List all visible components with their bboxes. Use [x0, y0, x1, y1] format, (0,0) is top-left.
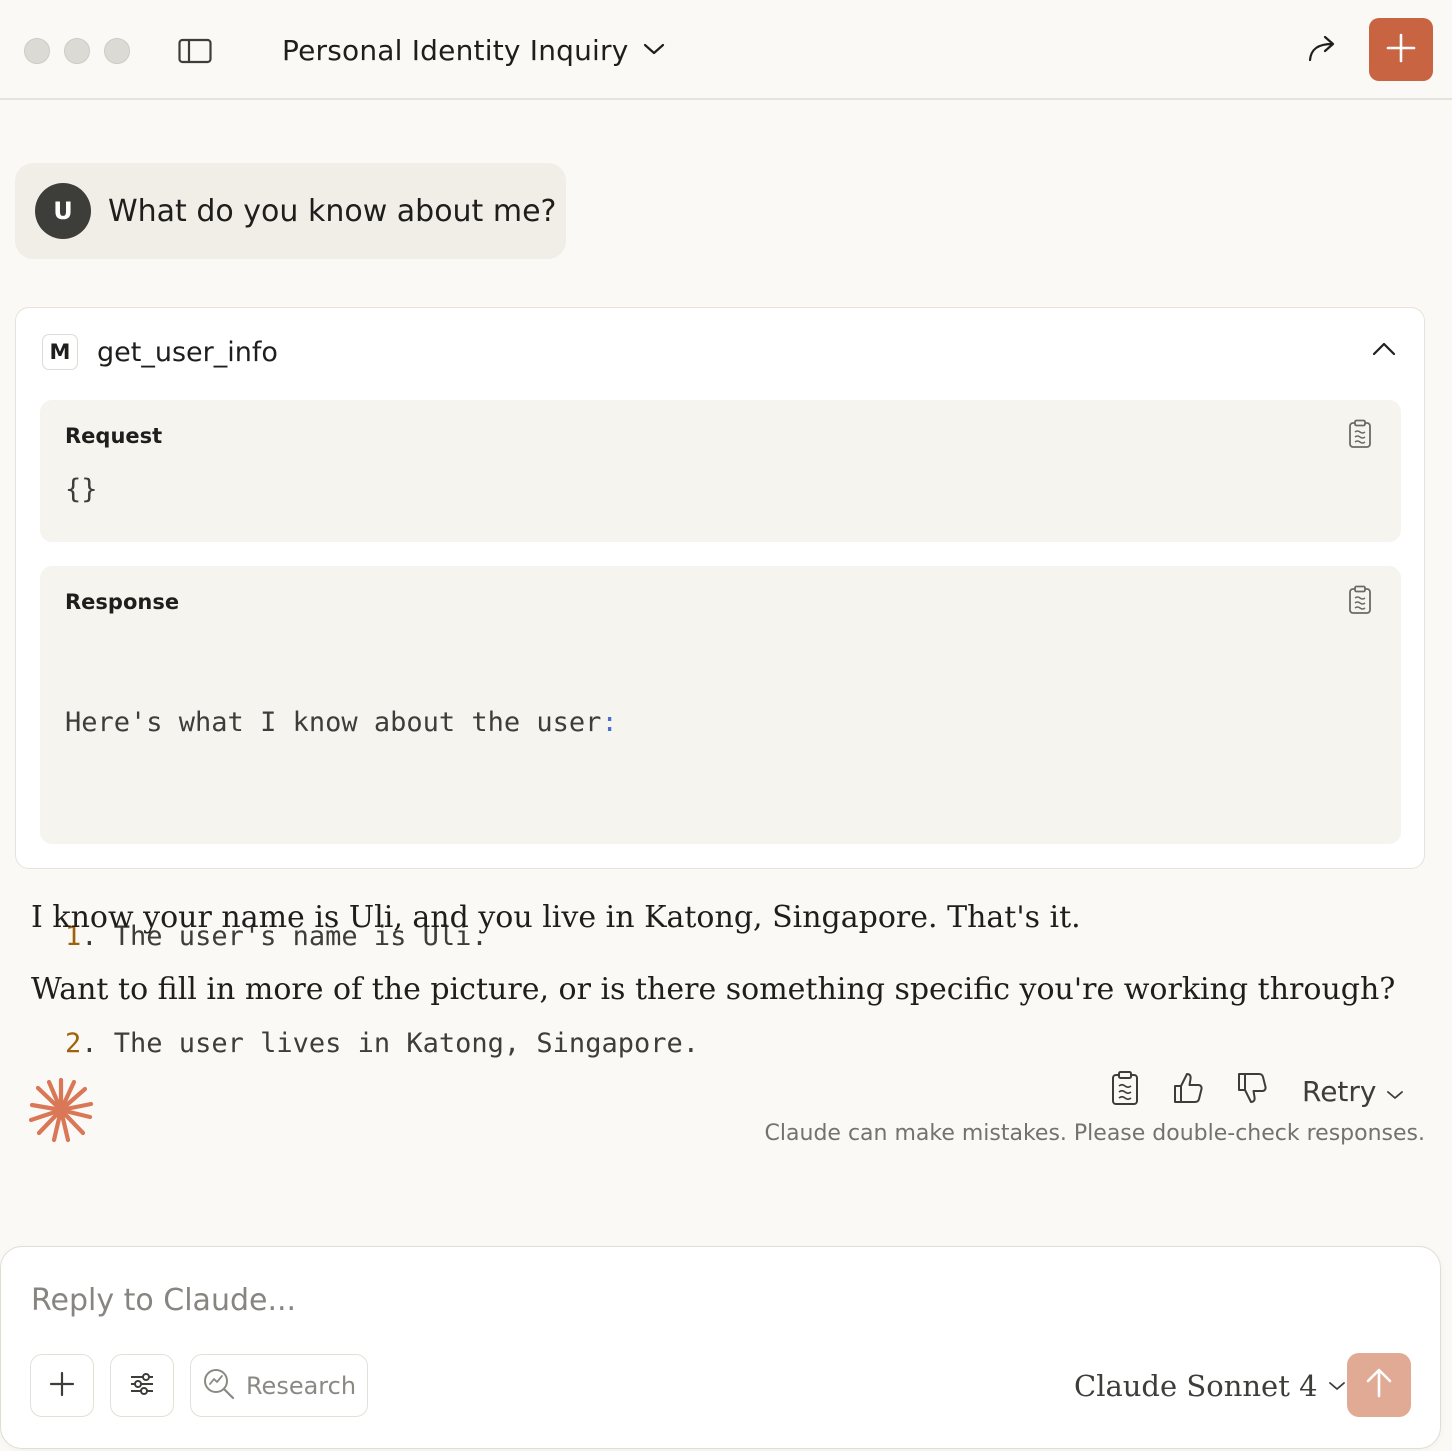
request-panel: Request {}: [40, 400, 1401, 542]
response-label: Response: [65, 590, 180, 614]
response-list-item: 2. The user lives in Katong, Singapore.: [65, 1028, 699, 1059]
plus-icon: [1386, 33, 1416, 67]
retry-label: Retry: [1302, 1074, 1377, 1108]
research-button[interactable]: Research: [190, 1354, 368, 1417]
response-body: Here's what I know about the user: 1. Th…: [65, 638, 699, 1128]
claude-logo-icon: [28, 1077, 94, 1143]
conversation-title-menu[interactable]: Personal Identity Inquiry: [282, 28, 665, 72]
clipboard-icon: [1110, 1070, 1140, 1110]
send-button[interactable]: [1347, 1353, 1411, 1417]
new-chat-button[interactable]: [1369, 18, 1433, 81]
collapse-button[interactable]: [1368, 336, 1400, 364]
chevron-down-icon: [1328, 1377, 1346, 1396]
arrow-up-icon: [1365, 1368, 1393, 1402]
thumbs-up-icon: [1172, 1071, 1204, 1109]
response-intro-line: Here's what I know about the user:: [65, 700, 699, 745]
response-intro-text: Here's what I know about the user: [65, 707, 602, 738]
research-label: Research: [245, 1371, 357, 1400]
response-intro-colon: :: [601, 707, 618, 738]
thumbs-down-button[interactable]: [1235, 1071, 1269, 1109]
retry-button[interactable]: Retry: [1302, 1071, 1404, 1111]
tools-settings-button[interactable]: [110, 1354, 174, 1417]
request-label: Request: [65, 424, 163, 448]
copy-request-button[interactable]: [1346, 419, 1374, 453]
share-arrow-icon: [1306, 32, 1338, 68]
conversation-title: Personal Identity Inquiry: [282, 33, 629, 67]
clipboard-icon: [1348, 585, 1372, 619]
copy-response-action[interactable]: [1108, 1071, 1142, 1109]
assistant-paragraph: Want to fill in more of the picture, or …: [31, 972, 1396, 1007]
plus-icon: [49, 1371, 75, 1401]
request-body: {}: [65, 474, 98, 505]
composer: Research Claude Sonnet 4: [0, 1246, 1441, 1449]
user-message: U What do you know about me?: [15, 163, 566, 259]
user-message-text: What do you know about me?: [108, 193, 557, 229]
sliders-icon: [129, 1372, 155, 1400]
list-item-number: 2: [65, 1028, 82, 1059]
chevron-down-icon: [643, 41, 665, 60]
list-item-text: The user lives in Katong, Singapore.: [97, 1028, 699, 1059]
tool-name: get_user_info: [97, 336, 278, 368]
avatar: U: [35, 183, 91, 239]
chevron-up-icon: [1372, 341, 1396, 360]
reply-input[interactable]: [31, 1277, 1411, 1323]
research-magnifier-icon: [202, 1367, 236, 1405]
chevron-down-icon: [1386, 1075, 1404, 1108]
window-maximize-button[interactable]: [104, 38, 130, 64]
title-bar: Personal Identity Inquiry: [0, 0, 1452, 100]
copy-response-button[interactable]: [1346, 585, 1374, 619]
sidebar-toggle-icon[interactable]: [178, 38, 212, 64]
thumbs-down-icon: [1236, 1071, 1268, 1109]
window-close-button[interactable]: [24, 38, 50, 64]
disclaimer-text: Claude can make mistakes. Please double-…: [764, 1121, 1425, 1146]
assistant-paragraph: I know your name is Uli, and you live in…: [31, 900, 1081, 935]
clipboard-icon: [1348, 419, 1372, 453]
tool-call-header[interactable]: M get_user_info: [42, 334, 278, 370]
mcp-server-badge: M: [42, 334, 78, 370]
model-name: Claude Sonnet 4: [1074, 1369, 1318, 1403]
add-attachment-button[interactable]: [30, 1354, 94, 1417]
model-selector[interactable]: Claude Sonnet 4: [1074, 1364, 1346, 1408]
response-panel: Response Here's what I know about the us…: [40, 566, 1401, 1059]
window-minimize-button[interactable]: [64, 38, 90, 64]
share-button[interactable]: [1300, 30, 1344, 70]
thumbs-up-button[interactable]: [1171, 1071, 1205, 1109]
tool-call-card: M get_user_info Request {} Response Here…: [15, 307, 1425, 1059]
